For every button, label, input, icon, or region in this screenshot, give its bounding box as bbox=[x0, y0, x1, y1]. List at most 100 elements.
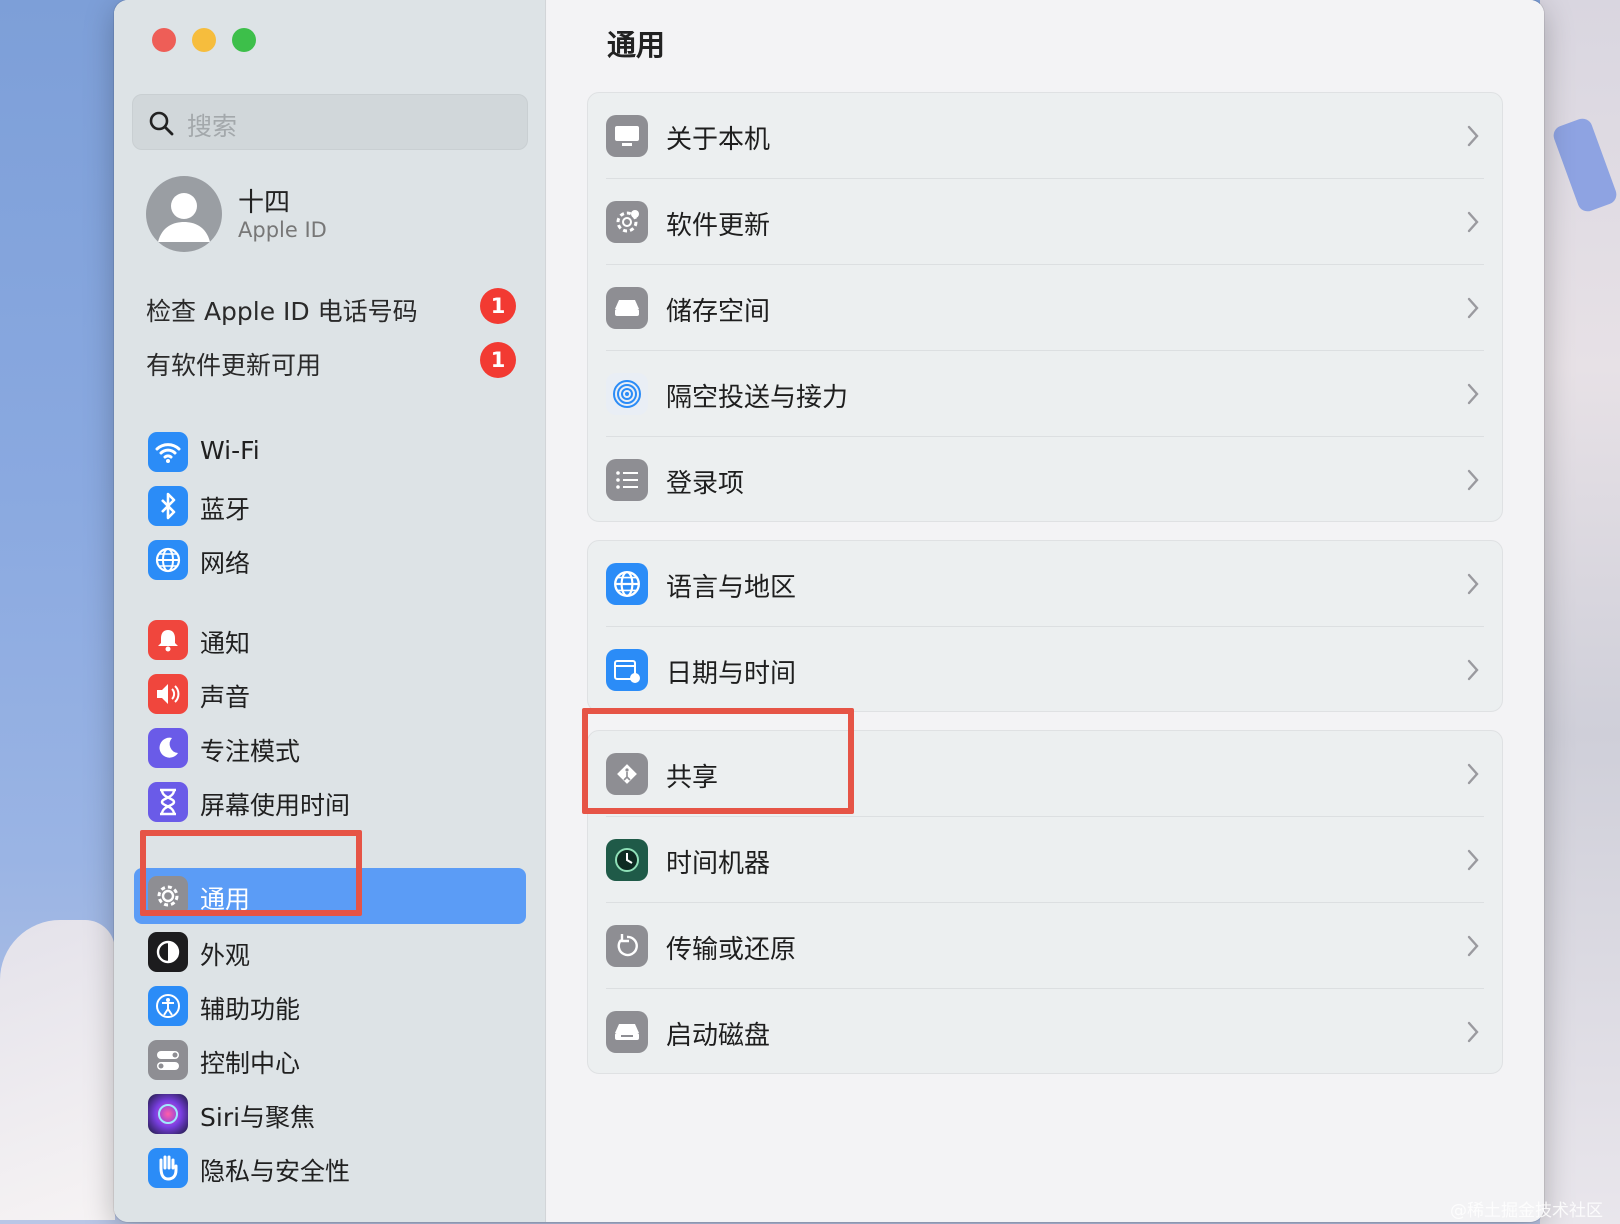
row-login-items[interactable]: 登录项 bbox=[588, 437, 1502, 523]
display-icon bbox=[606, 115, 648, 157]
sidebar-item-label: 通知 bbox=[200, 629, 251, 658]
sidebar-item-siri-spotlight[interactable]: Siri与聚焦 bbox=[134, 1086, 526, 1142]
settings-group-system: 关于本机 软件更新 储存空间 隔空投送与接力 登录项 bbox=[587, 92, 1503, 522]
notification-badge: 1 bbox=[480, 342, 516, 378]
sidebar-item-label: 声音 bbox=[200, 683, 251, 712]
hourglass-icon bbox=[148, 782, 188, 822]
moon-icon bbox=[148, 728, 188, 768]
search-placeholder: 搜索 bbox=[187, 112, 238, 141]
accessibility-icon bbox=[148, 986, 188, 1026]
list-icon bbox=[606, 459, 648, 501]
chevron-right-icon bbox=[1467, 1021, 1479, 1043]
sidebar-item-network[interactable]: 网络 bbox=[134, 532, 526, 588]
user-silhouette-icon bbox=[158, 193, 210, 242]
speaker-icon bbox=[148, 674, 188, 714]
sidebar-item-wifi[interactable]: Wi-Fi bbox=[134, 424, 526, 480]
control-center-icon bbox=[148, 1040, 188, 1080]
search-icon bbox=[149, 111, 174, 136]
row-time-machine[interactable]: 时间机器 bbox=[588, 817, 1502, 903]
drive-icon bbox=[606, 287, 648, 329]
row-label: 关于本机 bbox=[666, 125, 771, 155]
chevron-right-icon bbox=[1467, 659, 1479, 681]
annotation-highlight-box bbox=[140, 830, 362, 916]
zoom-window-button[interactable] bbox=[232, 28, 256, 52]
row-label: 日期与时间 bbox=[666, 659, 797, 689]
row-language-region[interactable]: 语言与地区 bbox=[588, 541, 1502, 627]
airdrop-icon bbox=[606, 373, 648, 415]
wifi-icon bbox=[148, 432, 188, 472]
sidebar-item-label: 蓝牙 bbox=[200, 495, 251, 524]
siri-icon bbox=[148, 1094, 188, 1134]
row-label: 语言与地区 bbox=[666, 573, 797, 603]
gear-badge-icon bbox=[606, 201, 648, 243]
bluetooth-icon bbox=[148, 486, 188, 526]
settings-group-locale: 语言与地区 日期与时间 bbox=[587, 540, 1503, 712]
sidebar-item-screen-time[interactable]: 屏幕使用时间 bbox=[134, 774, 526, 830]
calendar-clock-icon bbox=[606, 649, 648, 691]
sidebar-item-control-center[interactable]: 控制中心 bbox=[134, 1032, 526, 1088]
sidebar-item-sound[interactable]: 声音 bbox=[134, 666, 526, 722]
sidebar-item-label: 辅助功能 bbox=[200, 995, 301, 1024]
row-storage[interactable]: 储存空间 bbox=[588, 265, 1502, 351]
search-field[interactable]: 搜索 bbox=[132, 94, 528, 150]
sidebar-item-notifications[interactable]: 通知 bbox=[134, 612, 526, 668]
row-label: 传输或还原 bbox=[666, 935, 797, 965]
sidebar-item-appearance[interactable]: 外观 bbox=[134, 924, 526, 980]
chevron-right-icon bbox=[1467, 383, 1479, 405]
sidebar: 搜索 十四 Apple ID 检查 Apple ID 电话号码 1 有软件更新可… bbox=[114, 0, 546, 1222]
sidebar-item-accessibility[interactable]: 辅助功能 bbox=[134, 978, 526, 1034]
minimize-window-button[interactable] bbox=[192, 28, 216, 52]
profile-name: 十四 bbox=[238, 188, 291, 218]
sidebar-item-label: Wi-Fi bbox=[200, 436, 260, 465]
annotation-highlight-box bbox=[582, 708, 854, 814]
watermark: @稀土掘金技术社区 bbox=[1450, 1201, 1603, 1221]
alert-software-update[interactable]: 有软件更新可用 1 bbox=[146, 342, 516, 382]
sidebar-item-label: 屏幕使用时间 bbox=[200, 791, 351, 820]
main-pane: 通用 关于本机 软件更新 储存空间 隔空投送与接力 登录项 语言与地区 日期与时… bbox=[547, 0, 1544, 1222]
row-label: 储存空间 bbox=[666, 297, 771, 327]
row-software-update[interactable]: 软件更新 bbox=[588, 179, 1502, 265]
close-window-button[interactable] bbox=[152, 28, 176, 52]
sidebar-item-label: 控制中心 bbox=[200, 1049, 301, 1078]
globe-icon bbox=[606, 563, 648, 605]
alert-check-apple-id-phone[interactable]: 检查 Apple ID 电话号码 1 bbox=[146, 288, 516, 328]
restore-icon bbox=[606, 925, 648, 967]
bell-icon bbox=[148, 620, 188, 660]
hand-icon bbox=[148, 1148, 188, 1188]
alert-label: 检查 Apple ID 电话号码 bbox=[146, 297, 418, 326]
time-machine-icon bbox=[606, 839, 648, 881]
system-settings-window: 搜索 十四 Apple ID 检查 Apple ID 电话号码 1 有软件更新可… bbox=[114, 0, 1544, 1222]
row-airdrop-handoff[interactable]: 隔空投送与接力 bbox=[588, 351, 1502, 437]
row-label: 隔空投送与接力 bbox=[666, 383, 849, 413]
row-label: 软件更新 bbox=[666, 211, 771, 241]
chevron-right-icon bbox=[1467, 935, 1479, 957]
chevron-right-icon bbox=[1467, 469, 1479, 491]
sidebar-item-label: 网络 bbox=[200, 549, 251, 578]
chevron-right-icon bbox=[1467, 763, 1479, 785]
row-transfer-reset[interactable]: 传输或还原 bbox=[588, 903, 1502, 989]
alert-label: 有软件更新可用 bbox=[146, 351, 322, 380]
row-startup-disk[interactable]: 启动磁盘 bbox=[588, 989, 1502, 1075]
row-date-time[interactable]: 日期与时间 bbox=[588, 627, 1502, 713]
sidebar-item-privacy-security[interactable]: 隐私与安全性 bbox=[134, 1140, 526, 1196]
chevron-right-icon bbox=[1467, 211, 1479, 233]
profile-subtitle: Apple ID bbox=[238, 218, 327, 242]
avatar bbox=[146, 176, 222, 252]
appearance-icon bbox=[148, 932, 188, 972]
sidebar-item-label: 外观 bbox=[200, 941, 251, 970]
apple-id-profile[interactable]: 十四 Apple ID bbox=[146, 176, 526, 256]
row-label: 启动磁盘 bbox=[666, 1021, 771, 1051]
sidebar-item-focus[interactable]: 专注模式 bbox=[134, 720, 526, 776]
sidebar-item-label: Siri与聚焦 bbox=[200, 1103, 316, 1132]
sidebar-item-bluetooth[interactable]: 蓝牙 bbox=[134, 478, 526, 534]
globe-icon bbox=[148, 540, 188, 580]
chevron-right-icon bbox=[1467, 573, 1479, 595]
row-about[interactable]: 关于本机 bbox=[588, 93, 1502, 179]
row-label: 时间机器 bbox=[666, 849, 771, 879]
sidebar-item-label: 专注模式 bbox=[200, 737, 301, 766]
chevron-right-icon bbox=[1467, 297, 1479, 319]
row-label: 登录项 bbox=[666, 469, 745, 499]
sidebar-item-label: 隐私与安全性 bbox=[200, 1157, 351, 1186]
page-title: 通用 bbox=[607, 28, 666, 62]
chevron-right-icon bbox=[1467, 849, 1479, 871]
